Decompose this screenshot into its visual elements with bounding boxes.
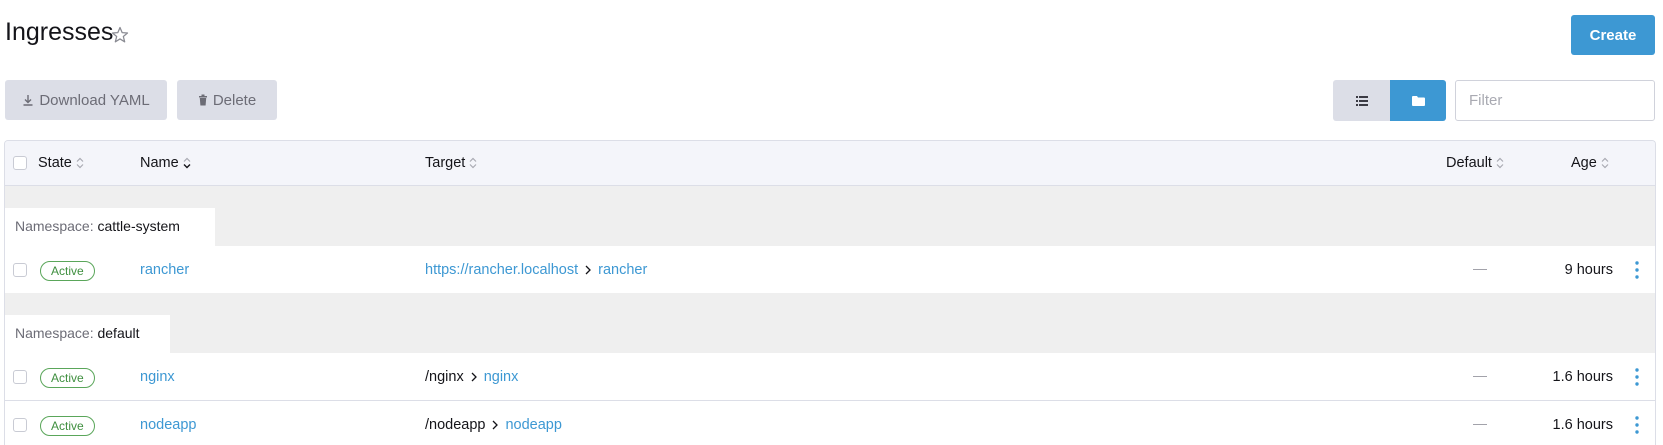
kebab-icon[interactable]: [1632, 260, 1642, 280]
ingress-name-link[interactable]: nginx: [140, 369, 175, 385]
age-value: 9 hours: [1564, 262, 1613, 278]
delete-button[interactable]: Delete: [177, 80, 277, 120]
page-title: Ingresses: [5, 18, 114, 46]
target-cell: /nginx nginx: [425, 369, 518, 385]
chevron-right-icon: [493, 420, 499, 430]
namespace-name: default: [97, 325, 140, 341]
column-label: Age: [1571, 155, 1597, 171]
default-value: —: [1473, 415, 1487, 431]
target-path: /nodeapp: [425, 417, 486, 433]
column-label: State: [38, 155, 72, 171]
download-yaml-label: Download YAML: [39, 91, 150, 109]
filter-input[interactable]: [1455, 80, 1655, 121]
table-row[interactable]: Active nodeapp /nodeapp nodeapp — 1.6 ho…: [5, 401, 1655, 445]
table-header: State Name Target Default Age: [5, 141, 1655, 186]
table-row[interactable]: Active rancher https://rancher.localhost…: [5, 246, 1655, 293]
column-header-default[interactable]: Default: [1446, 155, 1504, 171]
sort-icon: [76, 157, 84, 169]
chevron-right-icon: [585, 265, 592, 275]
column-header-name[interactable]: Name: [140, 155, 191, 171]
page-header: Ingresses Create: [0, 0, 1663, 70]
target-cell: https://rancher.localhost rancher: [425, 262, 647, 278]
ingress-table: State Name Target Default Age Namespace:…: [4, 140, 1656, 445]
group-by-namespace-toggle[interactable]: [1390, 80, 1446, 121]
sort-icon: [183, 157, 191, 169]
target-host-link[interactable]: https://rancher.localhost: [425, 262, 578, 278]
column-header-target[interactable]: Target: [425, 155, 477, 171]
chevron-right-icon: [471, 372, 477, 382]
namespace-group-header: Namespace: default: [5, 293, 1655, 353]
age-value: 1.6 hours: [1552, 417, 1613, 433]
namespace-group-label: Namespace: cattle-system: [15, 218, 180, 234]
column-label: Default: [1446, 155, 1492, 171]
flat-list-toggle[interactable]: [1333, 80, 1390, 121]
namespace-group-header: Namespace: cattle-system: [5, 186, 1655, 246]
star-icon[interactable]: [110, 25, 130, 45]
column-label: Name: [140, 155, 179, 171]
kebab-icon[interactable]: [1632, 415, 1642, 435]
status-badge: Active: [40, 368, 95, 388]
namespace-prefix: Namespace:: [15, 325, 94, 341]
column-label: Target: [425, 155, 466, 171]
column-header-state[interactable]: State: [38, 155, 84, 171]
status-badge: Active: [40, 416, 95, 436]
default-value: —: [1473, 367, 1487, 383]
default-value: —: [1473, 260, 1487, 276]
delete-label: Delete: [212, 91, 257, 109]
target-service-link[interactable]: nginx: [484, 369, 519, 385]
namespace-prefix: Namespace:: [15, 218, 94, 234]
namespace-group-label: Namespace: default: [15, 325, 140, 341]
target-service-link[interactable]: nodeapp: [505, 417, 561, 433]
age-value: 1.6 hours: [1552, 369, 1613, 385]
status-badge: Active: [40, 261, 95, 281]
download-yaml-button[interactable]: Download YAML: [5, 80, 167, 120]
download-icon: [23, 95, 33, 106]
target-path: /nginx: [425, 369, 464, 385]
bulk-actions-toolbar: Download YAML Delete: [0, 80, 1663, 121]
ingress-name-link[interactable]: nodeapp: [140, 417, 196, 433]
namespace-name: cattle-system: [97, 218, 180, 234]
table-row[interactable]: Active nginx /nginx nginx — 1.6 hours: [5, 353, 1655, 400]
row-checkbox[interactable]: [13, 263, 27, 277]
sort-icon: [1496, 157, 1504, 169]
folder-icon: [1411, 95, 1425, 106]
target-cell: /nodeapp nodeapp: [425, 417, 562, 433]
list-icon: [1355, 95, 1368, 106]
row-checkbox[interactable]: [13, 370, 27, 384]
create-button[interactable]: Create: [1571, 15, 1655, 55]
sort-icon: [1601, 157, 1609, 169]
column-header-age[interactable]: Age: [1571, 155, 1609, 171]
kebab-icon[interactable]: [1632, 367, 1642, 387]
row-checkbox[interactable]: [13, 418, 27, 432]
ingress-name-link[interactable]: rancher: [140, 262, 189, 278]
select-all-checkbox[interactable]: [13, 156, 27, 170]
trash-icon: [198, 94, 207, 106]
target-service-link[interactable]: rancher: [598, 262, 647, 278]
sort-icon: [469, 157, 477, 169]
